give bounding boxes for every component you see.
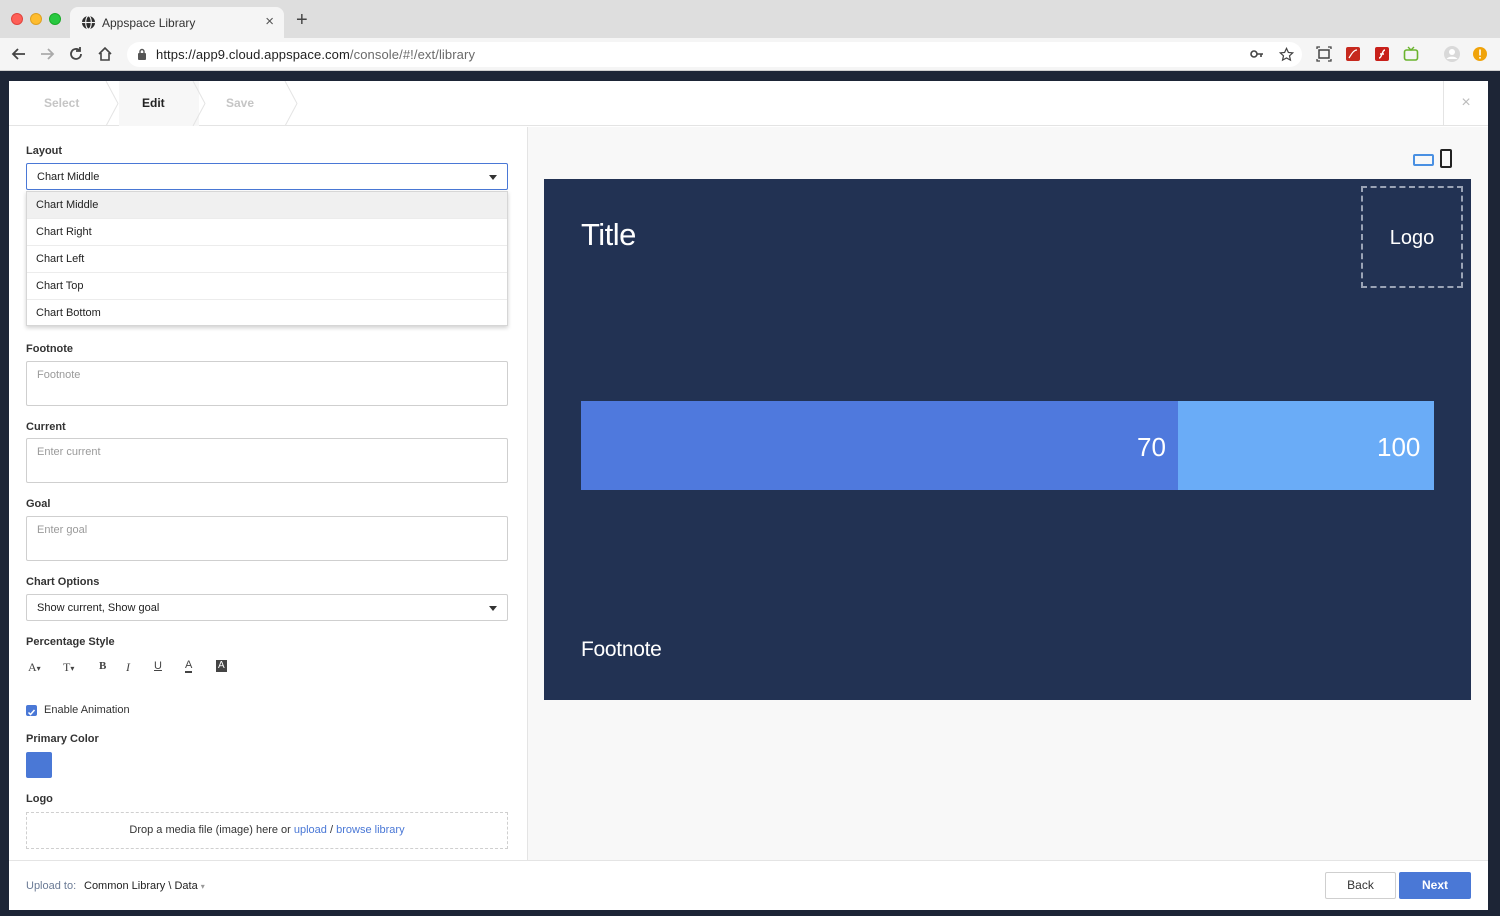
zoom-window-button[interactable] (49, 13, 61, 25)
star-icon[interactable] (1277, 45, 1295, 63)
back-button[interactable]: Back (1325, 872, 1396, 899)
bold-icon[interactable]: B (99, 660, 106, 672)
current-label: Current (26, 421, 66, 433)
address-bar[interactable]: https://app9.cloud.appspace.com/console/… (127, 42, 1302, 67)
current-placeholder: Enter current (37, 446, 101, 458)
profile-avatar-icon[interactable] (1443, 45, 1461, 63)
step-separator-icon (284, 81, 298, 126)
browser-tab[interactable]: Appspace Library × (70, 7, 284, 38)
tv-extension-icon[interactable] (1402, 45, 1420, 63)
step-edit[interactable]: Edit (142, 81, 165, 126)
enable-animation-checkbox[interactable] (26, 705, 37, 716)
preview-pane: Title Logo 70 100 Footnote (527, 127, 1488, 860)
globe-icon (81, 15, 96, 30)
step-separator-icon (192, 81, 206, 126)
update-alert-icon[interactable] (1471, 45, 1489, 63)
layout-option-chart-top[interactable]: Chart Top (27, 273, 507, 300)
chart-options-value: Show current, Show goal (37, 602, 160, 614)
upload-link[interactable]: upload (294, 824, 327, 836)
underline-icon[interactable]: U (154, 660, 162, 672)
screenshot-extension-icon[interactable] (1315, 45, 1333, 63)
dropzone-text: Drop a media file (image) here or (129, 824, 291, 836)
chevron-down-icon: ▾ (200, 882, 205, 891)
current-value-label: 70 (1137, 432, 1166, 462)
close-window-button[interactable] (11, 13, 23, 25)
browse-library-link[interactable]: browse library (336, 824, 404, 836)
browser-titlebar: Appspace Library × + (0, 0, 1500, 38)
step-separator-icon (105, 81, 119, 126)
goal-value-label: 100 (1377, 432, 1421, 462)
lock-icon (138, 48, 146, 60)
browser-toolbar: https://app9.cloud.appspace.com/console/… (0, 38, 1500, 71)
chart-options-select[interactable]: Show current, Show goal (26, 594, 508, 621)
primary-color-label: Primary Color (26, 733, 99, 745)
link-separator: / (329, 824, 334, 836)
preview-canvas: Title Logo 70 100 Footnote (544, 179, 1471, 700)
footnote-placeholder: Footnote (37, 369, 81, 381)
url-text: https://app9.cloud.appspace.com/console/… (156, 47, 476, 62)
layout-select[interactable]: Chart Middle (26, 163, 508, 190)
wizard-steps: Select Edit Save × (9, 81, 1488, 126)
highlight-color-icon[interactable]: A (216, 660, 227, 672)
pdf-extension-icon[interactable] (1344, 45, 1362, 63)
preview-title: Title (581, 217, 636, 252)
enable-animation-label[interactable]: Enable Animation (44, 704, 130, 716)
chevron-down-icon (489, 606, 497, 611)
primary-color-swatch[interactable] (26, 752, 52, 778)
upload-to-label: Upload to: (26, 880, 77, 892)
home-icon[interactable] (95, 44, 115, 64)
logo-label: Logo (26, 793, 53, 805)
settings-form: Layout Chart Middle Chart Middle Chart R… (9, 127, 527, 860)
next-button[interactable]: Next (1399, 872, 1471, 899)
goal-field[interactable]: Enter goal (26, 516, 508, 561)
reload-icon[interactable] (66, 44, 86, 64)
goal-label: Goal (26, 498, 51, 510)
layout-label: Layout (26, 145, 63, 157)
font-size-icon[interactable]: T▾ (63, 660, 74, 675)
layout-dropdown-menu: Chart Middle Chart Right Chart Left Char… (26, 191, 508, 326)
layout-option-chart-left[interactable]: Chart Left (27, 246, 507, 273)
logo-placeholder: Logo (1361, 186, 1463, 288)
preview-footnote: Footnote (581, 638, 662, 661)
tab-title: Appspace Library (102, 16, 196, 30)
step-save[interactable]: Save (226, 81, 254, 126)
minimize-window-button[interactable] (30, 13, 42, 25)
percentage-style-label: Percentage Style (26, 636, 115, 648)
forward-arrow-icon[interactable] (37, 44, 57, 64)
key-icon[interactable] (1248, 45, 1266, 63)
text-color-icon[interactable]: A (185, 660, 193, 673)
current-bar (581, 401, 1178, 490)
new-tab-button[interactable]: + (296, 10, 308, 30)
close-icon[interactable]: × (1443, 81, 1488, 126)
layout-option-chart-right[interactable]: Chart Right (27, 219, 507, 246)
chart-options-label: Chart Options (26, 576, 100, 588)
edit-modal: Select Edit Save × Layout Chart Middle C… (9, 81, 1488, 910)
logo-placeholder-text: Logo (1389, 227, 1435, 249)
current-field[interactable]: Enter current (26, 438, 508, 483)
layout-option-chart-bottom[interactable]: Chart Bottom (27, 300, 507, 327)
modal-footer: Upload to: Common Library \ Data ▾ Back … (9, 860, 1488, 910)
upload-path-selector[interactable]: Common Library \ Data ▾ (84, 880, 205, 892)
layout-select-value: Chart Middle (37, 171, 100, 183)
checkmark-icon (27, 709, 36, 716)
goal-placeholder: Enter goal (37, 524, 88, 536)
footnote-label: Footnote (26, 343, 74, 355)
logo-dropzone[interactable]: Drop a media file (image) here or upload… (26, 812, 508, 849)
font-family-icon[interactable]: A▾ (28, 660, 41, 675)
flash-extension-icon[interactable] (1373, 45, 1391, 63)
landscape-orientation-icon[interactable] (1413, 154, 1434, 166)
chevron-down-icon (489, 175, 497, 180)
step-select[interactable]: Select (44, 81, 79, 126)
layout-option-chart-middle[interactable]: Chart Middle (27, 192, 507, 219)
footnote-field[interactable]: Footnote (26, 361, 508, 406)
progress-chart: 70 100 (581, 401, 1434, 490)
portrait-orientation-icon[interactable] (1440, 149, 1452, 168)
italic-icon[interactable]: I (126, 660, 130, 675)
back-arrow-icon[interactable] (9, 44, 29, 64)
tab-close-icon[interactable]: × (265, 13, 274, 30)
